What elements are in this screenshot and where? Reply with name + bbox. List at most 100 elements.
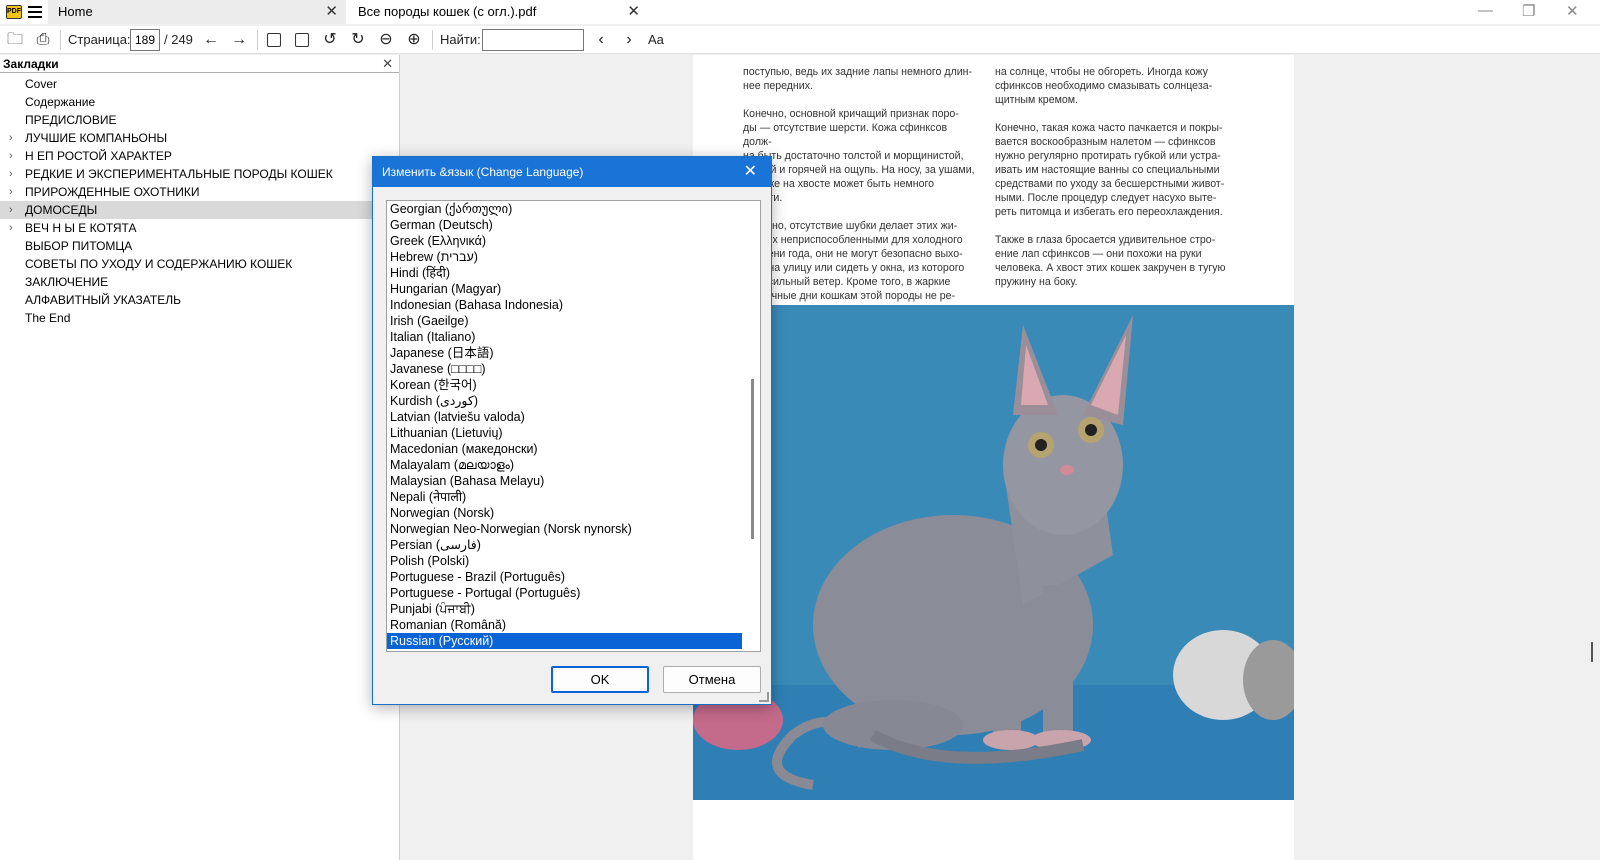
rotate-left-icon[interactable]: ↺	[319, 29, 341, 51]
bookmark-item[interactable]: › Н ЕП РОСТОЙ ХАРАКТЕР	[0, 147, 399, 165]
language-option[interactable]: Italian (Italiano)	[387, 329, 742, 345]
language-option[interactable]: German (Deutsch)	[387, 217, 742, 233]
language-option[interactable]: Kurdish (كوردی)	[387, 393, 742, 409]
print-icon[interactable]: ⎙	[32, 29, 54, 51]
scroll-indicator[interactable]	[1591, 642, 1593, 662]
page-text-column-2: на солнце, чтобы не обгореть. Иногда кож…	[995, 66, 1226, 288]
bookmarks-header: Закладки ✕	[0, 55, 399, 73]
language-option[interactable]: Georgian (ქართული)	[387, 201, 742, 217]
tab-document[interactable]: Все породы кошек (с огл.).pdf ✕	[348, 0, 648, 24]
language-option[interactable]: Nepali (नेपाली)	[387, 489, 742, 505]
page-label: Страница:	[68, 32, 131, 47]
close-icon[interactable]: ✕	[382, 55, 393, 73]
language-option[interactable]: Hindi (हिंदी)	[387, 265, 742, 281]
rotate-right-icon[interactable]: ↻	[347, 29, 369, 51]
window-close-icon[interactable]: ✕	[1566, 2, 1579, 20]
language-option[interactable]: Japanese (日本語)	[387, 345, 742, 361]
language-list[interactable]: Georgian (ქართული) German (Deutsch) Greek …	[386, 200, 761, 652]
bookmark-item[interactable]: › РЕДКИЕ И ЭКСПЕРИМЕНТАЛЬНЫЕ ПОРОДЫ КОШЕК	[0, 165, 399, 183]
bookmark-label: ЗАКЛЮЧЕНИЕ	[25, 275, 109, 289]
bookmark-label: Н ЕП РОСТОЙ ХАРАКТЕР	[25, 149, 172, 163]
language-option[interactable]: Polish (Polski)	[387, 553, 742, 569]
menu-icon[interactable]	[28, 6, 42, 18]
bookmark-item[interactable]: › ВЕЧ Н Ы Е КОТЯТА	[0, 219, 399, 237]
find-input[interactable]	[482, 29, 584, 51]
resize-grip-icon[interactable]	[759, 692, 769, 702]
bookmark-item[interactable]: АЛФАВИТНЫЙ УКАЗАТЕЛЬ	[0, 291, 399, 309]
language-option[interactable]: Lithuanian (Lietuvių)	[387, 425, 742, 441]
bookmarks-list: Cover Содержание ПРЕДИСЛОВИЕ › ЛУЧШИЕ КОМПАН…	[0, 73, 399, 327]
pdf-app-icon: PDF	[6, 5, 22, 19]
cancel-button[interactable]: Отмена	[663, 666, 761, 693]
list-scrollbar[interactable]	[751, 379, 754, 539]
language-option[interactable]: Javanese (□□□□)	[387, 361, 742, 377]
language-option[interactable]: Russian (Русский)	[387, 633, 742, 649]
language-option[interactable]: Malayalam (മലയാളം)	[387, 457, 742, 473]
language-option[interactable]: Greek (Ελληνικά)	[387, 233, 742, 249]
language-option[interactable]: Korean (한국어)	[387, 377, 742, 393]
bookmark-item[interactable]: ВЫБОР ПИТОМЦА	[0, 237, 399, 255]
find-label: Найти:	[440, 32, 481, 47]
language-option[interactable]: Romanian (Română)	[387, 617, 742, 633]
zoom-out-icon[interactable]: ⊖	[375, 29, 397, 51]
bookmark-item[interactable]: The End	[0, 309, 399, 327]
language-option[interactable]: Hebrew (עברית)	[387, 249, 742, 265]
tab-home[interactable]: Home ✕	[48, 0, 346, 24]
page-text-column-1: поступью, ведь их задние лапы немного дл…	[743, 66, 975, 316]
language-option[interactable]: Macedonian (македонски)	[387, 441, 742, 457]
bookmark-item[interactable]: Cover	[0, 75, 399, 93]
chevron-right-icon[interactable]: ›	[9, 219, 13, 237]
next-page-icon[interactable]: →	[228, 29, 250, 51]
sphynx-cat-photo	[693, 305, 1294, 800]
language-option[interactable]: Portuguese - Portugal (Português)	[387, 585, 742, 601]
ok-button[interactable]: OK	[551, 666, 649, 693]
language-option[interactable]: Persian (فارسی)	[387, 537, 742, 553]
bookmark-item[interactable]: › ДОМОСЕДЫ	[0, 201, 399, 219]
language-option[interactable]: Norwegian (Norsk)	[387, 505, 742, 521]
close-icon[interactable]: ✕	[627, 0, 640, 24]
bookmark-item[interactable]: ЗАКЛЮЧЕНИЕ	[0, 273, 399, 291]
language-option[interactable]: Punjabi (ਪੰਜਾਬੀ)	[387, 601, 742, 617]
bookmark-item[interactable]: › ЛУЧШИЕ КОМПАНЬОНЫ	[0, 129, 399, 147]
page-number-input[interactable]: 189	[130, 29, 160, 51]
tab-label: Home	[58, 4, 93, 19]
bookmark-label: ВЕЧ Н Ы Е КОТЯТА	[25, 221, 137, 235]
bookmark-item[interactable]: Содержание	[0, 93, 399, 111]
fit-page-icon[interactable]	[295, 33, 309, 47]
language-option[interactable]: Latvian (latviešu valoda)	[387, 409, 742, 425]
chevron-right-icon[interactable]: ›	[9, 165, 13, 183]
match-case-button[interactable]: Aa	[648, 29, 664, 51]
bookmark-item[interactable]: СОВЕТЫ ПО УХОДУ И СОДЕРЖАНИЮ КОШЕК	[0, 255, 399, 273]
zoom-in-icon[interactable]: ⊕	[403, 29, 425, 51]
language-option[interactable]: Hungarian (Magyar)	[387, 281, 742, 297]
chevron-right-icon[interactable]: ›	[9, 201, 13, 219]
open-folder-icon[interactable]: 🗀	[4, 29, 26, 51]
bookmark-item[interactable]: ПРЕДИСЛОВИЕ	[0, 111, 399, 129]
fit-width-icon[interactable]	[267, 33, 281, 47]
close-icon[interactable]: ✕	[325, 0, 338, 24]
chevron-right-icon[interactable]: ›	[9, 147, 13, 165]
title-bar: PDF Home ✕ Все породы кошек (с огл.).pdf…	[0, 0, 1600, 24]
language-option[interactable]: Portuguese - Brazil (Português)	[387, 569, 742, 585]
bookmark-item[interactable]: › ПРИРОЖДЕННЫЕ ОХОТНИКИ	[0, 183, 399, 201]
language-option[interactable]: Irish (Gaeilge)	[387, 313, 742, 329]
find-prev-icon[interactable]: ‹	[590, 29, 612, 51]
cat-illustration	[693, 305, 1294, 800]
close-icon[interactable]: ✕	[744, 157, 757, 187]
bookmarks-panel: Закладки ✕ Cover Содержание ПРЕДИСЛОВИЕ › ЛУ…	[0, 55, 400, 860]
bookmarks-title: Закладки	[3, 57, 59, 71]
prev-page-icon[interactable]: ←	[200, 29, 222, 51]
bookmark-label: ПРИРОЖДЕННЫЕ ОХОТНИКИ	[25, 185, 200, 199]
chevron-right-icon[interactable]: ›	[9, 183, 13, 201]
minimize-icon[interactable]: —	[1478, 2, 1493, 19]
language-option[interactable]: Indonesian (Bahasa Indonesia)	[387, 297, 742, 313]
pdf-page: поступью, ведь их задние лапы немного дл…	[693, 55, 1294, 860]
bookmark-label: ВЫБОР ПИТОМЦА	[25, 239, 133, 253]
language-option[interactable]: Norwegian Neo-Norwegian (Norsk nynorsk)	[387, 521, 742, 537]
restore-icon[interactable]: ❐	[1522, 2, 1535, 20]
chevron-right-icon[interactable]: ›	[9, 129, 13, 147]
language-option[interactable]: Malaysian (Bahasa Melayu)	[387, 473, 742, 489]
bookmark-label: The End	[25, 311, 71, 325]
tab-label: Все породы кошек (с огл.).pdf	[358, 4, 537, 19]
find-next-icon[interactable]: ›	[618, 29, 640, 51]
